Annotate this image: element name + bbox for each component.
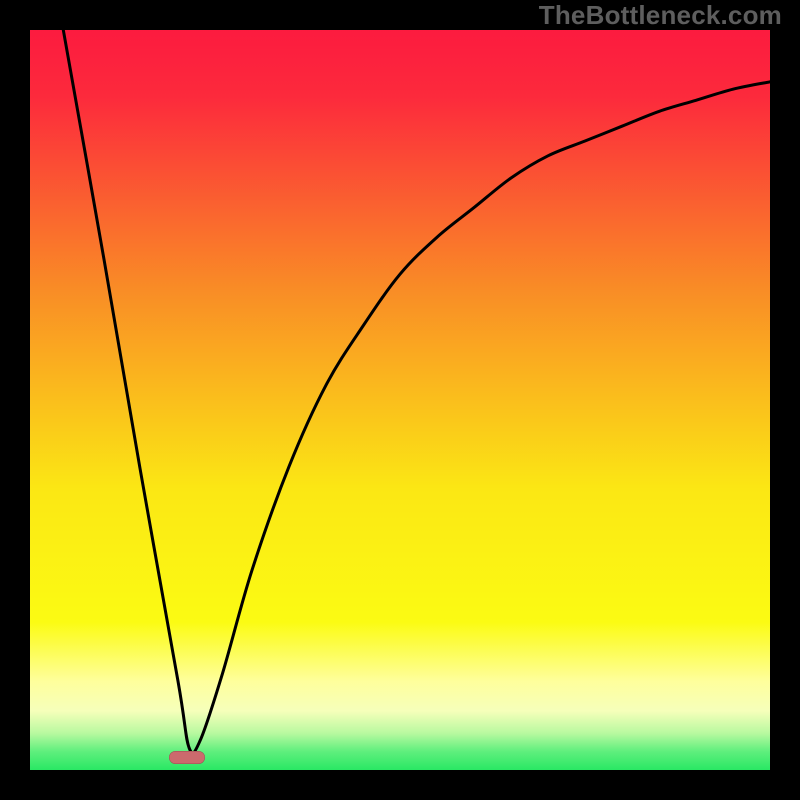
chart-plot-area [30, 30, 770, 770]
chart-svg [30, 30, 770, 770]
chart-frame: TheBottleneck.com [0, 0, 800, 800]
watermark-text: TheBottleneck.com [539, 0, 782, 31]
gradient-background [30, 30, 770, 770]
optimal-marker [169, 751, 205, 764]
